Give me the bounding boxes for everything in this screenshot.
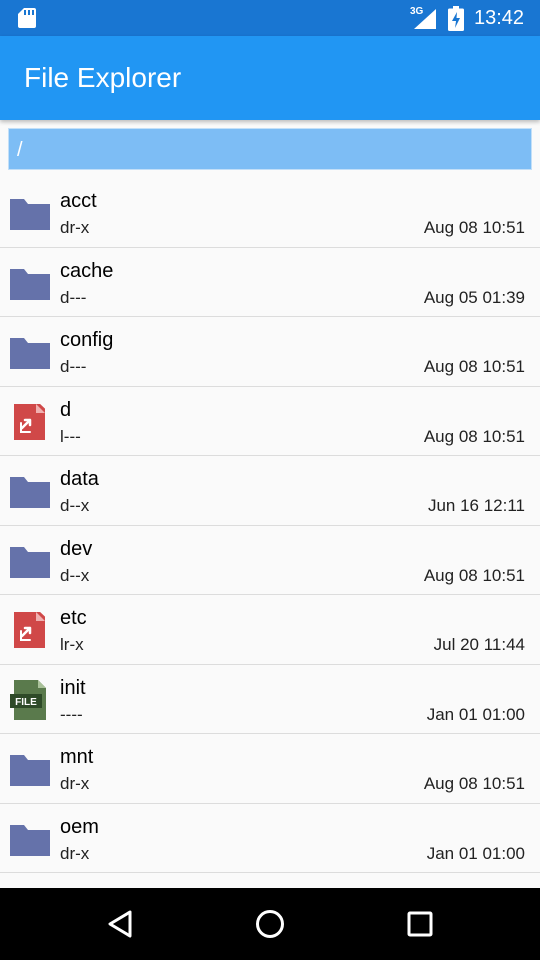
back-button[interactable] bbox=[102, 906, 138, 942]
file-permissions: d--x bbox=[60, 565, 90, 585]
navigation-bar bbox=[0, 888, 540, 960]
file-permissions: lr-x bbox=[60, 635, 84, 654]
file-modified-date: Aug 08 10:51 bbox=[423, 218, 525, 237]
file-modified-date: Jun 16 12:11 bbox=[427, 496, 525, 515]
file-row-d[interactable]: d l--- Aug 08 10:51 bbox=[0, 387, 540, 456]
file-name: oem bbox=[60, 815, 99, 838]
symlink-icon bbox=[10, 403, 50, 440]
file-row-init[interactable]: FILE init ---- Jan 01 01:00 bbox=[0, 665, 540, 734]
file-row-config[interactable]: config d--- Aug 08 10:51 bbox=[0, 317, 540, 387]
folder-icon bbox=[10, 473, 50, 509]
file-permissions: dr-x bbox=[60, 774, 90, 793]
status-bar: 3G 13:42 bbox=[0, 0, 540, 36]
home-button[interactable] bbox=[252, 906, 288, 942]
file-permissions: d--- bbox=[60, 357, 87, 376]
file-modified-date: Jan 01 01:00 bbox=[426, 843, 525, 863]
svg-text:FILE: FILE bbox=[15, 697, 37, 708]
file-permissions: dr-x bbox=[60, 218, 90, 237]
file-permissions: d--- bbox=[60, 287, 87, 307]
folder-icon bbox=[10, 195, 50, 231]
signal-icon bbox=[414, 9, 436, 29]
back-triangle-icon bbox=[108, 910, 132, 938]
folder-icon bbox=[10, 751, 50, 787]
folder-icon bbox=[10, 265, 50, 301]
file-permissions: ---- bbox=[60, 704, 83, 724]
file-name: mnt bbox=[60, 746, 94, 768]
file-name: config bbox=[60, 329, 114, 351]
recents-square-icon bbox=[407, 911, 433, 937]
file-row-acct[interactable]: acct dr-x Aug 08 10:51 bbox=[0, 178, 540, 248]
sd-card-icon bbox=[18, 8, 36, 28]
file-name: cache bbox=[60, 259, 114, 282]
battery-icon bbox=[448, 6, 464, 31]
app-bar: File Explorer bbox=[0, 36, 540, 120]
current-path-text: / bbox=[17, 139, 23, 161]
folder-icon bbox=[10, 334, 50, 370]
file-modified-date: Aug 08 10:51 bbox=[423, 774, 525, 793]
screen: 3G 13:42 File Explorer / acct dr-x Aug 08 … bbox=[0, 0, 540, 960]
folder-icon bbox=[10, 821, 50, 857]
file-name: dev bbox=[60, 537, 93, 560]
file-name: init bbox=[60, 676, 86, 699]
file-row-cache[interactable]: cache d--- Aug 05 01:39 bbox=[0, 248, 540, 317]
file-name: d bbox=[60, 398, 72, 421]
file-row-oem[interactable]: oem dr-x Jan 01 01:00 bbox=[0, 804, 540, 873]
file-row-mnt[interactable]: mnt dr-x Aug 08 10:51 bbox=[0, 734, 540, 804]
recents-button[interactable] bbox=[402, 906, 438, 942]
file-row-data[interactable]: data d--x Jun 16 12:11 bbox=[0, 456, 540, 526]
file-name: acct bbox=[60, 190, 97, 212]
file-modified-date: Aug 05 01:39 bbox=[423, 287, 525, 307]
file-name: etc bbox=[60, 607, 87, 629]
file-modified-date: Jul 20 11:44 bbox=[433, 635, 525, 654]
file-modified-date: Jan 01 01:00 bbox=[426, 704, 525, 724]
current-path-bar[interactable]: / bbox=[8, 128, 532, 170]
file-row-etc[interactable]: etc lr-x Jul 20 11:44 bbox=[0, 595, 540, 665]
home-circle-icon bbox=[256, 910, 284, 938]
file-permissions: d--x bbox=[60, 496, 90, 515]
file-permissions: l--- bbox=[60, 426, 81, 446]
file-name: data bbox=[60, 468, 99, 490]
file-list[interactable]: acct dr-x Aug 08 10:51 cache d--- Aug 05 01:3… bbox=[0, 178, 540, 888]
file-modified-date: Aug 08 10:51 bbox=[423, 565, 525, 585]
symlink-icon bbox=[10, 612, 50, 648]
file-icon: FILE bbox=[10, 679, 50, 720]
file-modified-date: Aug 08 10:51 bbox=[423, 426, 525, 446]
app-title: File Explorer bbox=[24, 62, 182, 93]
file-row-dev[interactable]: dev d--x Aug 08 10:51 bbox=[0, 526, 540, 595]
file-modified-date: Aug 08 10:51 bbox=[423, 357, 525, 376]
file-permissions: dr-x bbox=[60, 843, 90, 863]
status-clock: 13:42 bbox=[474, 7, 525, 29]
folder-icon bbox=[10, 543, 50, 579]
